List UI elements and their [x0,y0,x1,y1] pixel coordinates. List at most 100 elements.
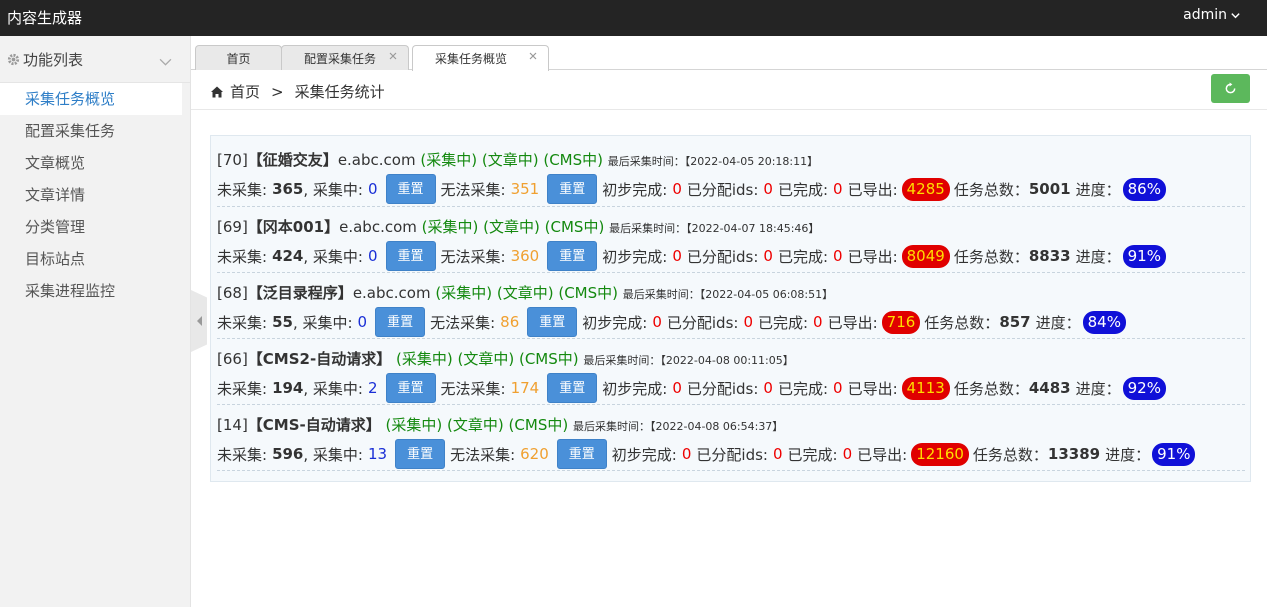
exported-label: 已导出: [827,313,878,332]
tab-config-task[interactable]: 配置采集任务 [281,45,409,70]
initial-value: 0 [672,247,682,265]
uncollected-value: 424 [272,247,304,265]
status-collecting: (采集中) [435,284,493,302]
reset-button[interactable]: 重置 [547,174,598,204]
uncollected-label: 未采集: [217,313,268,332]
exported-badge: 4113 [901,376,950,400]
initial-value: 0 [672,180,682,198]
total-label: 任务总数： [972,445,1048,464]
task-name: 【CMS2-自动请求】 [247,350,392,368]
done-value: 0 [842,445,853,463]
task-header: [69]【冈本001】e.abc.com (采集中) (文章中) (CMS中) … [217,216,819,237]
sidebar-menu: 采集任务概览 配置采集任务 文章概览 文章详情 分类管理 目标站点 采集进程监控 [0,83,190,307]
cannot-label: 无法采集: [440,180,506,199]
status-cms: (CMS中) [558,284,619,302]
task-name: 【泛目录程序】 [247,284,353,302]
refresh-button[interactable] [1211,74,1250,103]
assigned-label: 已分配ids: [696,445,768,464]
task-row: [68]【泛目录程序】e.abc.com (采集中) (文章中) (CMS中) … [217,273,1245,339]
sidebar-item-category[interactable]: 分类管理 [0,211,190,243]
status-collecting: (采集中) [421,218,479,236]
collecting-value: 0 [367,247,378,265]
reset-button[interactable]: 重置 [547,373,598,403]
collecting-value: 13 [367,445,388,463]
breadcrumb-separator: > [271,82,284,101]
done-label: 已完成: [777,180,829,199]
reset-button[interactable]: 重置 [395,439,446,469]
chevron-down-icon [159,58,172,66]
collecting-value: 0 [367,180,378,198]
reset-button[interactable]: 重置 [385,373,436,403]
collecting-label: , 采集中: [292,313,353,332]
sidebar-item-article-detail[interactable]: 文章详情 [0,179,190,211]
initial-label: 初步完成: [602,180,668,199]
user-menu[interactable]: admin [1183,7,1241,23]
sidebar-item-article-overview[interactable]: 文章概览 [0,147,190,179]
sidebar-item-process-monitor[interactable]: 采集进程监控 [0,275,190,307]
tab-label: 配置采集任务 [304,51,377,66]
uncollected-value: 55 [272,313,293,331]
tab-task-overview[interactable]: 采集任务概览 [412,45,549,71]
done-value: 0 [833,379,843,397]
task-row: [69]【冈本001】e.abc.com (采集中) (文章中) (CMS中) … [217,207,1245,273]
task-row: [14]【CMS-自动请求】 (采集中) (文章中) (CMS中) 最后采集时间… [217,405,1245,471]
progress-badge: 91% [1152,442,1196,466]
assigned-label: 已分配ids: [666,313,739,332]
close-icon[interactable] [388,51,398,61]
breadcrumb: 首页 > 采集任务统计 [210,81,385,102]
assigned-value: 0 [743,313,753,331]
refresh-icon [1225,82,1236,94]
task-header: [68]【泛目录程序】e.abc.com (采集中) (文章中) (CMS中) … [217,282,833,303]
assigned-value: 0 [763,247,773,265]
tab-bar: 首页 配置采集任务 采集任务概览 [191,36,1267,71]
collecting-value: 0 [357,313,368,331]
initial-value: 0 [652,313,662,331]
exported-badge: 4285 [901,177,950,201]
sidebar-collapse-toggle[interactable] [191,290,207,352]
sidebar-item-config-task[interactable]: 配置采集任务 [0,115,190,147]
assigned-value: 0 [763,379,773,397]
reset-button[interactable]: 重置 [556,439,607,469]
exported-badge: 8049 [901,244,950,268]
exported-label: 已导出: [847,180,898,199]
task-domain: e.abc.com [352,284,431,302]
task-header: [66]【CMS2-自动请求】 (采集中) (文章中) (CMS中) 最后采集时… [217,348,794,369]
total-label: 任务总数： [953,379,1029,398]
app-title: 内容生成器 [7,9,83,27]
done-value: 0 [833,247,843,265]
reset-button[interactable]: 重置 [385,241,436,271]
sidebar-item-target-site[interactable]: 目标站点 [0,243,190,275]
progress-label: 进度： [1075,180,1121,199]
assigned-label: 已分配ids: [686,180,759,199]
tab-home[interactable]: 首页 [195,45,282,70]
collecting-label: , 采集中: [303,379,363,398]
tab-label: 首页 [226,51,251,66]
status-article: (文章中) [483,218,540,236]
last-time-value: 【2022-04-05 20:18:11】 [684,155,819,168]
task-domain: e.abc.com [337,151,416,169]
cannot-value: 86 [500,313,520,331]
task-stats: 未采集: 596, 采集中: 13 重置 无法采集: 620 重置 初步完成: 0 已分… [217,439,1196,469]
close-icon[interactable] [528,51,538,61]
breadcrumb-home[interactable]: 首页 [230,81,260,102]
reset-button[interactable]: 重置 [527,307,578,337]
progress-badge: 91% [1122,244,1166,268]
last-time-label: 最后采集时间： [607,155,685,168]
last-time-label: 最后采集时间： [583,354,661,367]
reset-button[interactable]: 重置 [547,241,598,271]
reset-button[interactable]: 重置 [375,307,426,337]
done-label: 已完成: [787,445,838,464]
sidebar-header[interactable]: 功能列表 [0,36,190,83]
reset-button[interactable]: 重置 [385,174,436,204]
sidebar-item-task-overview[interactable]: 采集任务概览 [0,83,182,115]
last-time-value: 【2022-04-08 06:54:37】 [649,420,784,433]
exported-badge: 716 [881,310,921,334]
uncollected-value: 365 [272,180,304,198]
chevron-left-icon [196,316,202,326]
initial-value: 0 [681,445,692,463]
status-cms: (CMS中) [508,416,569,434]
status-collecting: (采集中) [385,416,443,434]
tab-label: 采集任务概览 [435,52,508,66]
task-stats: 未采集: 194, 采集中: 2 重置 无法采集: 174 重置 初步完成: 0 已分配… [217,373,1166,403]
cannot-label: 无法采集: [450,445,516,464]
